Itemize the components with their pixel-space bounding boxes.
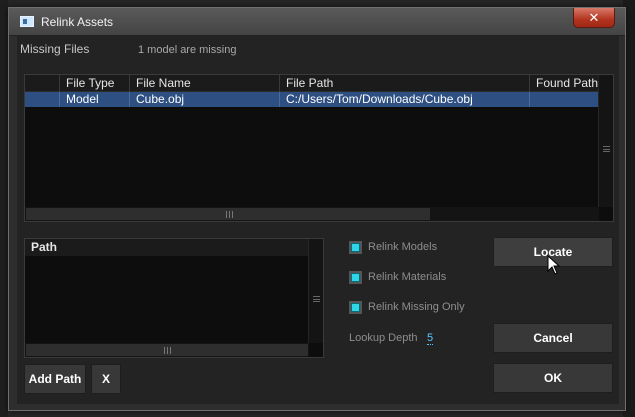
title-bar[interactable]: Relink Assets ✕ <box>9 8 625 36</box>
window-title: Relink Assets <box>41 15 114 29</box>
cell-file-path: C:/Users/Tom/Downloads/Cube.obj <box>279 92 529 107</box>
table-header: File Type File Name File Path Found Path <box>25 75 599 92</box>
missing-files-label: Missing Files <box>20 42 90 56</box>
missing-files-table[interactable]: File Type File Name File Path Found Path… <box>24 74 614 222</box>
cancel-button[interactable]: Cancel <box>493 323 613 353</box>
column-header-file-name[interactable]: File Name <box>129 75 279 92</box>
relink-models-checkbox[interactable] <box>349 241 362 254</box>
relink-materials-checkbox[interactable] <box>349 271 362 284</box>
relink-models-label: Relink Models <box>368 241 438 253</box>
remove-path-button[interactable]: X <box>91 364 121 394</box>
relink-materials-label: Relink Materials <box>368 271 447 283</box>
cell-file-type: Model <box>59 92 129 107</box>
paths-vertical-scrollbar[interactable] <box>308 239 323 343</box>
window-icon <box>20 16 34 27</box>
lookup-depth-label: Lookup Depth <box>349 332 418 344</box>
scroll-grip-icon <box>164 347 171 354</box>
scroll-thumb[interactable] <box>26 344 308 356</box>
search-paths-list[interactable]: Path <box>24 238 324 358</box>
relink-missing-only-label: Relink Missing Only <box>368 301 465 313</box>
mouse-pointer-icon <box>547 255 561 275</box>
scroll-grip-icon <box>226 211 233 218</box>
scroll-grip-icon <box>603 146 610 152</box>
column-header-found-path[interactable]: Found Path <box>529 75 599 92</box>
add-path-button[interactable]: Add Path <box>24 364 86 394</box>
table-horizontal-scrollbar[interactable] <box>25 207 599 221</box>
relink-missing-only-checkbox[interactable] <box>349 301 362 314</box>
column-header-file-path[interactable]: File Path <box>279 75 529 92</box>
row-marker <box>25 92 59 107</box>
missing-count-text: 1 model are missing <box>138 44 237 56</box>
path-column-header: Path <box>25 239 309 256</box>
cell-found-path <box>529 92 599 107</box>
paths-horizontal-scrollbar[interactable] <box>25 343 309 357</box>
lookup-depth-field[interactable]: 5 <box>427 332 434 345</box>
row-marker-header <box>25 75 59 92</box>
cell-file-name: Cube.obj <box>129 92 279 107</box>
table-row[interactable]: Model Cube.obj C:/Users/Tom/Downloads/Cu… <box>25 92 599 107</box>
table-vertical-scrollbar[interactable] <box>598 75 613 207</box>
scroll-thumb[interactable] <box>26 208 430 220</box>
close-button[interactable]: ✕ <box>573 8 615 28</box>
editor-left-edge <box>0 0 8 417</box>
ok-button[interactable]: OK <box>493 363 613 393</box>
column-header-file-type[interactable]: File Type <box>59 75 129 92</box>
scroll-grip-icon <box>313 296 320 302</box>
